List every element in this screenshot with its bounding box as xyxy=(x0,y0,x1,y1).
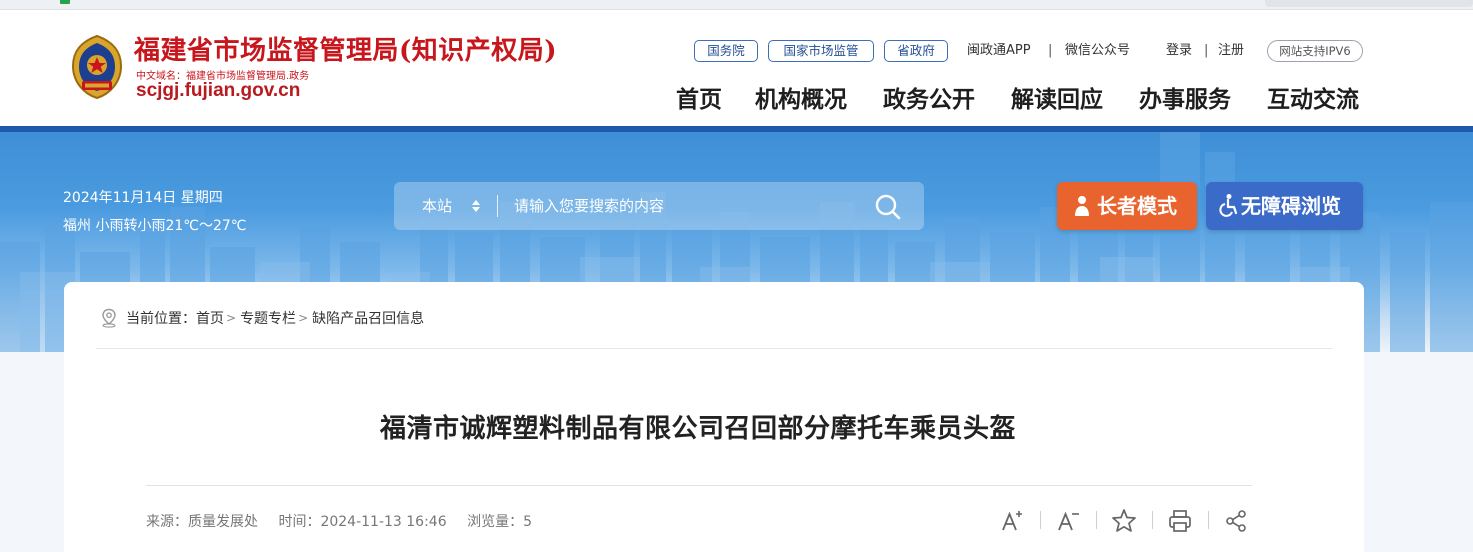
sort-arrows-icon[interactable] xyxy=(470,198,482,214)
link-provincial-government[interactable]: 省政府 xyxy=(884,40,948,62)
weather-text: 福州 小雨转小雨21℃～27℃ xyxy=(63,218,247,234)
accessible-browse-label: 无障碍浏览 xyxy=(1241,194,1341,218)
article-source: 来源：质量发展处 xyxy=(146,514,258,530)
link-mzt-app[interactable]: 闽政通APP xyxy=(967,40,1031,62)
separator: | xyxy=(1204,43,1209,58)
nav-services[interactable]: 办事服务 xyxy=(1139,80,1231,114)
breadcrumb-recall-info[interactable]: 缺陷产品召回信息 xyxy=(312,308,424,328)
breadcrumb: 当前位置： 首页 > 专题专栏 > 缺陷产品召回信息 xyxy=(100,306,424,330)
article-time: 时间：2024-11-13 16:46 xyxy=(278,514,447,530)
link-national-market-regulation[interactable]: 国家市场监管 xyxy=(768,40,874,62)
date-text: 2024年11月14日 星期四 xyxy=(63,190,223,206)
star-icon[interactable] xyxy=(1110,507,1138,535)
link-wechat[interactable]: 微信公众号 xyxy=(1065,40,1130,62)
article-meta: 来源：质量发展处 时间：2024-11-13 16:46 浏览量：5 xyxy=(146,511,548,531)
article-card: 当前位置： 首页 > 专题专栏 > 缺陷产品召回信息 福清市诚辉塑料制品有限公司… xyxy=(64,282,1364,552)
check-icon xyxy=(60,0,70,4)
breadcrumb-special-topics[interactable]: 专题专栏 xyxy=(240,308,296,328)
tool-separator xyxy=(1040,511,1041,529)
nav-organization[interactable]: 机构概况 xyxy=(755,80,847,114)
search-bar: 本站 xyxy=(394,182,924,230)
article-views: 浏览量：5 xyxy=(467,514,532,530)
wheelchair-icon xyxy=(1219,194,1238,217)
tool-separator xyxy=(1208,511,1209,529)
nav-home[interactable]: 首页 xyxy=(676,80,722,114)
breadcrumb-separator: > xyxy=(226,311,237,325)
tool-separator xyxy=(1152,511,1153,529)
search-icon[interactable] xyxy=(874,193,902,221)
nav-public-affairs[interactable]: 政务公开 xyxy=(883,80,975,114)
elder-mode-label: 长者模式 xyxy=(1097,194,1177,218)
top-scrollbar xyxy=(1265,0,1473,7)
breadcrumb-divider xyxy=(96,348,1332,349)
accessible-browse-button[interactable]: 无障碍浏览 xyxy=(1206,182,1363,230)
elder-mode-button[interactable]: 长者模式 xyxy=(1057,182,1197,230)
browser-top-strip xyxy=(0,0,1473,10)
search-divider xyxy=(497,195,498,217)
breadcrumb-prefix: 当前位置： xyxy=(126,311,196,327)
search-input[interactable] xyxy=(514,194,854,218)
article-title: 福清市诚辉塑料制品有限公司召回部分摩托车乘员头盔 xyxy=(379,414,1016,444)
nav-interpretation[interactable]: 解读回应 xyxy=(1011,80,1103,114)
site-title: 福建省市场监督管理局(知识产权局) xyxy=(134,36,558,66)
register-link[interactable]: 注册 xyxy=(1218,40,1244,62)
title-divider xyxy=(146,485,1252,486)
domain-label: scjgj.fujian.gov.cn xyxy=(136,80,301,101)
share-icon[interactable] xyxy=(1222,507,1250,535)
emblem-icon xyxy=(71,34,123,100)
login-link[interactable]: 登录 xyxy=(1166,40,1192,62)
site-header: 福建省市场监督管理局(知识产权局) 中文域名：福建省市场监督管理局.政务 scj… xyxy=(0,10,1473,126)
tool-separator xyxy=(1096,511,1097,529)
location-pin-icon xyxy=(102,308,116,328)
link-guowuyuan[interactable]: 国务院 xyxy=(694,40,758,62)
nav-interaction[interactable]: 互动交流 xyxy=(1267,80,1359,114)
font-decrease-icon[interactable] xyxy=(1054,507,1082,535)
breadcrumb-home[interactable]: 首页 xyxy=(196,308,224,328)
breadcrumb-separator: > xyxy=(298,311,309,325)
elder-icon xyxy=(1075,196,1089,216)
font-increase-icon[interactable] xyxy=(998,507,1026,535)
separator: | xyxy=(1048,43,1053,58)
printer-icon[interactable] xyxy=(1166,507,1194,535)
ipv6-badge: 网站支持IPV6 xyxy=(1267,40,1363,62)
search-scope-select[interactable]: 本站 xyxy=(422,182,452,230)
